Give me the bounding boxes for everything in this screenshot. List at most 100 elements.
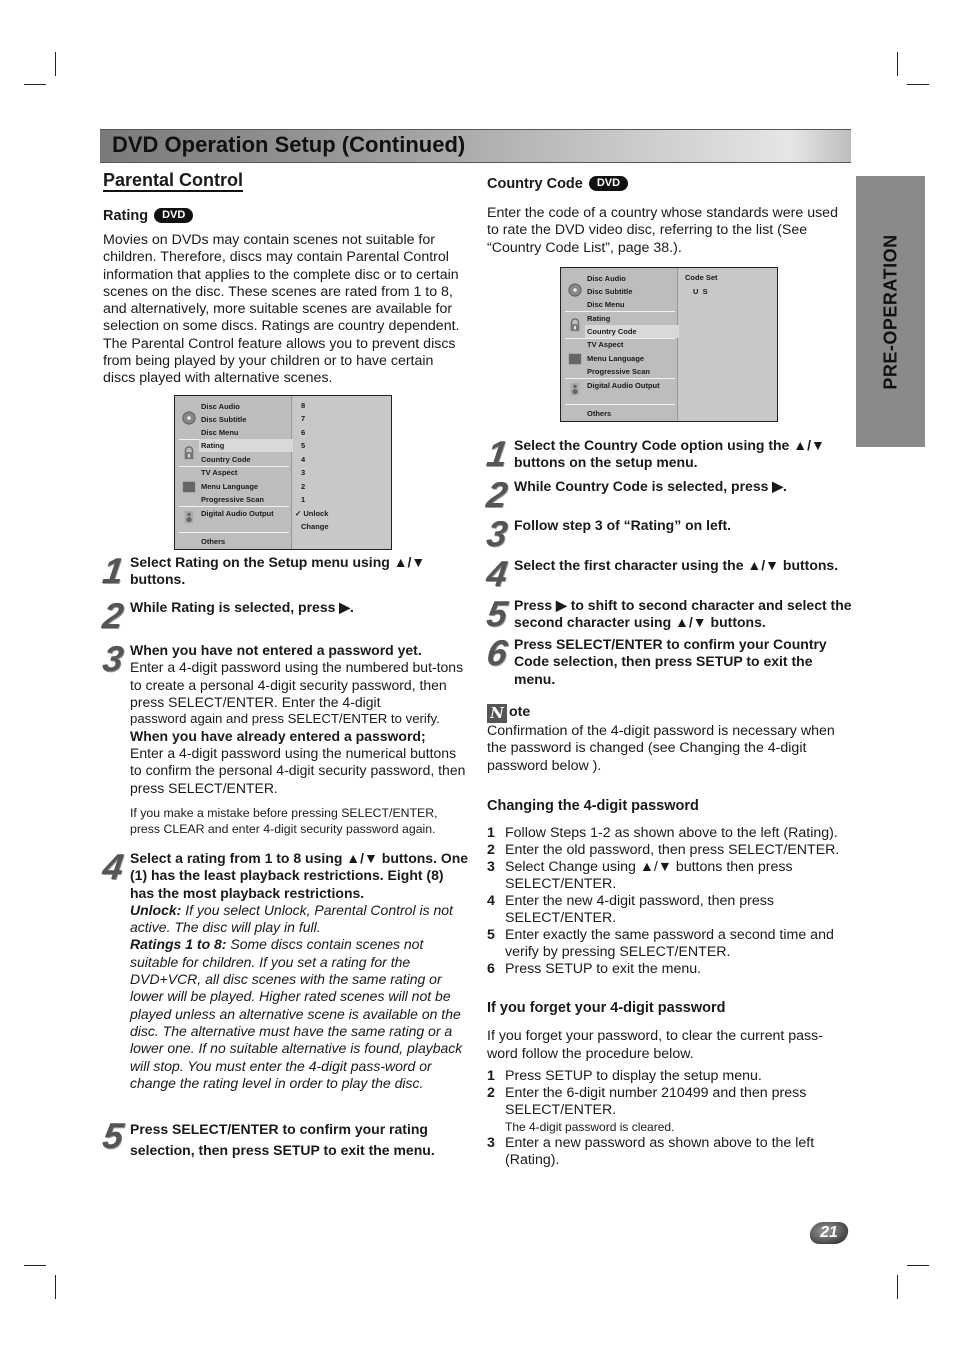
menu-item-tv-aspect: TV Aspect [201, 468, 238, 477]
forget-password-heading: If you forget your 4-digit password [487, 1000, 726, 1016]
forget-password-section: If you forget your 4-digit password If y… [487, 1000, 852, 1169]
rating-option-1: 1 [301, 495, 306, 504]
step-number: 1 [484, 433, 510, 474]
step-text: While Rating is selected, press ▶. [130, 599, 354, 615]
menu-item-tv-aspect: TV Aspect [587, 340, 624, 349]
menu-item-disc-subtitle: Disc Subtitle [587, 287, 633, 296]
note-text: Confirmation of the 4-digit password is … [487, 723, 835, 774]
disc-icon [182, 411, 196, 425]
side-tab: PRE-OPERATION [856, 176, 925, 447]
menu-separator [565, 311, 675, 312]
rating-heading: Rating [103, 208, 149, 224]
section-title: Parental Control [103, 171, 244, 193]
list-item: 2 Enter the 6-digit number 210499 and the… [487, 1085, 852, 1136]
forget-password-intro: If you forget your password, to clear th… [487, 1028, 823, 1062]
rating-option-3: 3 [301, 468, 306, 477]
crop-mark [897, 52, 898, 76]
menu-item-progressive-scan: Progressive Scan [201, 495, 264, 504]
step-text: Press SELECT/ENTER to confirm your Count… [514, 636, 827, 687]
list-item: 5 Enter exactly the same password a secon… [487, 927, 834, 961]
rating-option-6: 6 [301, 428, 306, 437]
step-number: 5 [100, 1115, 126, 1156]
menu-item-disc-subtitle: Disc Subtitle [201, 415, 247, 424]
step-3-heading-existing: When you have already entered a password… [130, 727, 426, 744]
menu-separator [565, 404, 675, 405]
crop-mark [24, 1265, 46, 1266]
rating-option-8: 8 [301, 401, 306, 410]
parental-control-section: Parental Control [103, 171, 468, 193]
menu-item-others: Others [587, 409, 612, 418]
page-number: 21 [808, 1222, 850, 1244]
rating-option-change: Change [301, 522, 329, 531]
step-3-text-new: Enter a 4-digit password using the numbe… [130, 659, 464, 710]
step-text: When you have not entered a password yet… [130, 642, 470, 838]
list-item: 1 Press SETUP to display the setup menu. [487, 1067, 762, 1084]
step-text: Press SELECT/ENTER to confirm your ratin… [130, 1121, 435, 1158]
menu-item-others: Others [201, 537, 226, 546]
step-number: 1 [100, 550, 126, 591]
list-item-subnote: The 4-digit password is cleared. [505, 1119, 675, 1134]
side-tab-label: PRE-OPERATION [880, 233, 900, 390]
rating-option-2: 2 [301, 482, 306, 491]
note-block: Note Confirmation of the 4-digit passwor… [487, 704, 852, 775]
step-3-tip: If you make a mistake before pressing SE… [130, 805, 438, 837]
menu-item-progressive-scan: Progressive Scan [587, 367, 650, 376]
menu-item-country-code-selected: Country Code [585, 325, 681, 338]
list-item: 1 Follow Steps 1-2 as shown above to the … [487, 825, 838, 842]
step-3-heading-new: When you have not entered a password yet… [130, 642, 422, 658]
step-3-text-verify: password again and press SELECT/ENTER to… [130, 711, 440, 727]
rating-intro: Movies on DVDs may contain scenes not su… [103, 232, 468, 388]
menu-item-menu-language: Menu Language [587, 354, 645, 363]
changing-password-heading: Changing the 4-digit password [487, 798, 699, 814]
step-text: Select a rating from 1 to 8 using ▲/▼ bu… [130, 850, 470, 1092]
step-4-bold: Select a rating from 1 to 8 using ▲/▼ bu… [130, 850, 469, 901]
step-number: 4 [100, 846, 126, 887]
step-text: Select the first character using the ▲/▼… [514, 557, 839, 573]
country-code-heading: Country Code [487, 176, 583, 192]
rating-option-unlock: ✓ Unlock [295, 507, 328, 521]
list-item: 2 Enter the old password, then press SELE… [487, 842, 840, 859]
crop-mark [897, 1275, 898, 1299]
menu-item-disc-menu: Disc Menu [587, 300, 625, 309]
step-text: Press ▶ to shift to second character and… [514, 597, 852, 631]
menu-right-pane: Code Set U S [679, 268, 777, 421]
menu-item-country-code: Country Code [201, 455, 251, 464]
step-number: 2 [484, 474, 510, 515]
step-text: Select the Country Code option using the… [514, 437, 825, 471]
forget-password-list: 1 Press SETUP to display the setup menu. … [487, 1068, 852, 1170]
lock-icon [570, 318, 580, 332]
country-code-setup-menu: Disc Audio Disc Subtitle Disc Menu Ratin… [560, 267, 778, 422]
speaker-icon [184, 510, 194, 524]
country-code-heading-row: Country Code DVD [487, 176, 852, 193]
step-number: 3 [484, 513, 510, 554]
dvd-badge: DVD [154, 208, 194, 223]
step-text: Select Rating on the Setup menu using ▲/… [130, 554, 426, 588]
menu-item-digital-audio-output: Digital Audio Output [587, 381, 660, 390]
crop-mark [55, 1275, 56, 1299]
crop-mark [55, 52, 56, 76]
list-item: 6 Press SETUP to exit the menu. [487, 961, 702, 978]
code-set-label: Code Set [685, 273, 718, 282]
note-label: ote [509, 704, 531, 720]
menu-item-menu-language: Menu Language [201, 482, 259, 491]
rating-option-4: 4 [301, 455, 306, 464]
menu-right-pane: 8 7 6 5 4 3 2 1 ✓ Unlock Change [293, 396, 391, 549]
rating-setup-menu: Disc Audio Disc Subtitle Disc Menu Ratin… [174, 395, 392, 550]
ratings-text: Some discs contain scenes not suitable f… [130, 936, 463, 1091]
step-number: 2 [100, 595, 126, 636]
unlock-label: Unlock: [130, 901, 182, 918]
crop-mark [907, 84, 929, 85]
disc-icon [568, 283, 582, 297]
note-icon: N [487, 704, 507, 723]
menu-left-pane: Disc Audio Disc Subtitle Disc Menu Ratin… [561, 268, 681, 421]
step-text: Follow step 3 of “Rating” on left. [514, 517, 731, 533]
menu-separator [179, 532, 289, 533]
unlock-label: Unlock [303, 509, 329, 518]
menu-item-digital-audio-output: Digital Audio Output [201, 509, 274, 518]
rating-option-7: 7 [301, 414, 306, 423]
list-item: 3 Enter a new password as shown above to … [487, 1135, 815, 1169]
code-set-value: U S [693, 287, 708, 296]
lock-icon [184, 446, 194, 460]
crop-mark [24, 84, 46, 85]
menu-item-rating-selected: Rating [199, 439, 295, 452]
